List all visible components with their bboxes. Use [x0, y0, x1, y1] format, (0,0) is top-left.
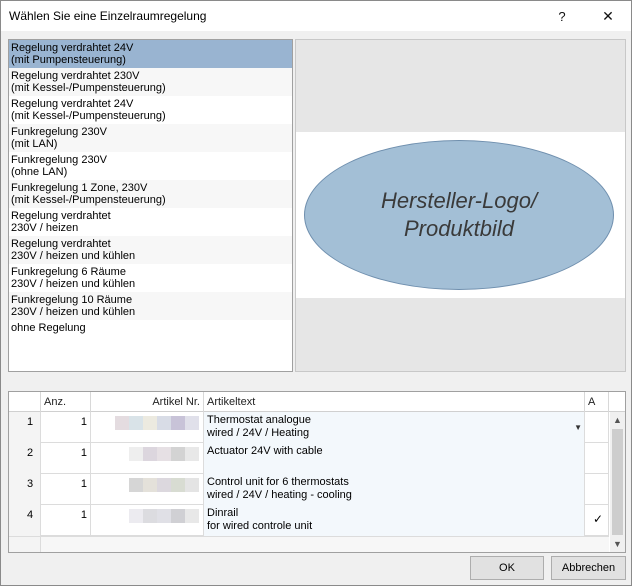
a-flag-cell[interactable]: ✓: [585, 505, 609, 536]
article-text-line1: Actuator 24V with cable: [207, 445, 323, 457]
list-item-subtitle: 230V / heizen und kühlen: [11, 306, 136, 318]
logo-placeholder: Hersteller-Logo/ Produktbild: [304, 140, 614, 290]
redacted-article-number: [129, 478, 199, 492]
list-item[interactable]: ohne Regelung: [9, 320, 292, 348]
dialog-window: Wählen Sie eine Einzelraumregelung ? ✕ R…: [0, 0, 632, 586]
cancel-button[interactable]: Abbrechen: [551, 556, 626, 580]
regulation-list[interactable]: Regelung verdrahtet 24V (mit Pumpensteuer…: [8, 39, 293, 372]
header-artikel-nr[interactable]: Artikel Nr.: [91, 392, 204, 412]
list-item-title: Funkregelung 6 Räume: [11, 266, 126, 278]
list-item[interactable]: Regelung verdrahtet 230V (mit Kessel-/Pum…: [9, 68, 292, 96]
table-row[interactable]: 3 1 Control unit for 6 thermostats wired / …: [9, 474, 609, 505]
grid-header: Anz. Artikel Nr. Artikeltext A: [9, 392, 625, 412]
article-number-cell[interactable]: [91, 474, 204, 505]
grid-scrollbar[interactable]: ▲ ▼: [610, 412, 625, 552]
grid-new-row[interactable]: [9, 536, 609, 552]
article-text-line2: wired / 24V / Heating: [207, 427, 310, 439]
list-item-title: ohne Regelung: [11, 322, 86, 334]
list-item-subtitle: (mit LAN): [11, 138, 58, 150]
article-text-line1: Thermostat analogue: [207, 414, 311, 426]
title-bar: Wählen Sie eine Einzelraumregelung ? ✕: [1, 1, 631, 31]
list-item-subtitle: (mit Pumpensteuerung): [11, 54, 126, 66]
article-text-line2: for wired controle unit: [207, 520, 313, 532]
list-item-title: Regelung verdrahtet 24V: [11, 98, 134, 110]
logo-placeholder-text: Hersteller-Logo/ Produktbild: [380, 188, 538, 241]
article-text-cell[interactable]: Actuator 24V with cable: [204, 443, 585, 474]
list-item-title: Funkregelung 1 Zone, 230V: [11, 182, 148, 194]
quantity-cell[interactable]: 1: [41, 505, 91, 536]
list-item-subtitle: (ohne LAN): [11, 166, 68, 178]
a-flag-cell[interactable]: [585, 412, 609, 443]
list-item-subtitle: (mit Kessel-/Pumpensteuerung): [11, 194, 166, 206]
list-item[interactable]: Funkregelung 230V (mit LAN): [9, 124, 292, 152]
table-row[interactable]: 2 1 Actuator 24V with cable: [9, 443, 609, 474]
list-item-subtitle: 230V / heizen: [11, 222, 79, 234]
list-item-title: Funkregelung 230V: [11, 154, 108, 166]
new-row-index: [9, 537, 41, 552]
list-item[interactable]: Regelung verdrahtet 230V / heizen und küh…: [9, 236, 292, 264]
header-artikeltext[interactable]: Artikeltext: [204, 392, 585, 412]
list-item-title: Regelung verdrahtet 230V: [11, 70, 140, 82]
article-text-line2: wired / 24V / heating - cooling: [207, 489, 352, 501]
quantity-cell[interactable]: 1: [41, 443, 91, 474]
scroll-up-icon[interactable]: ▲: [610, 412, 625, 428]
list-item-subtitle: 230V / heizen und kühlen: [11, 250, 136, 262]
row-index: 3: [9, 474, 41, 505]
redacted-article-number: [115, 416, 199, 430]
redacted-article-number: [129, 509, 199, 523]
article-text-cell[interactable]: Dinrail for wired controle unit: [204, 505, 585, 536]
dialog-title: Wählen Sie eine Einzelraumregelung: [9, 9, 207, 23]
list-item-subtitle: (mit Kessel-/Pumpensteuerung): [11, 110, 166, 122]
list-item-title: Regelung verdrahtet 24V: [11, 42, 134, 54]
list-item[interactable]: Funkregelung 230V (ohne LAN): [9, 152, 292, 180]
header-index: [9, 392, 41, 412]
article-text-cell[interactable]: Thermostat analogue wired / 24V / Heating…: [204, 412, 585, 443]
redacted-article-number: [129, 447, 199, 461]
close-button[interactable]: ✕: [585, 1, 631, 31]
quantity-cell[interactable]: 1: [41, 412, 91, 443]
list-item[interactable]: Funkregelung 1 Zone, 230V (mit Kessel-/Pu…: [9, 180, 292, 208]
list-item[interactable]: Regelung verdrahtet 24V (mit Pumpensteuer…: [9, 40, 292, 68]
article-number-cell[interactable]: [91, 412, 204, 443]
article-text-line1: Dinrail: [207, 507, 239, 519]
header-a[interactable]: A: [585, 392, 609, 412]
product-image-panel: Hersteller-Logo/ Produktbild: [295, 39, 626, 372]
product-image-area: Hersteller-Logo/ Produktbild: [296, 132, 625, 298]
list-item-title: Regelung verdrahtet: [11, 238, 111, 250]
article-number-cell[interactable]: [91, 443, 204, 474]
article-text-line1: Control unit for 6 thermostats: [207, 476, 349, 488]
list-item[interactable]: Regelung verdrahtet 230V / heizen: [9, 208, 292, 236]
scroll-down-icon[interactable]: ▼: [610, 536, 625, 552]
row-index: 1: [9, 412, 41, 443]
row-index: 4: [9, 505, 41, 536]
article-number-cell[interactable]: [91, 505, 204, 536]
list-item[interactable]: Regelung verdrahtet 24V (mit Kessel-/Pump…: [9, 96, 292, 124]
quantity-cell[interactable]: 1: [41, 474, 91, 505]
list-item-subtitle: 230V / heizen und kühlen: [11, 278, 136, 290]
list-item-title: Funkregelung 230V: [11, 126, 108, 138]
list-item-subtitle: (mit Kessel-/Pumpensteuerung): [11, 82, 166, 94]
table-row[interactable]: 1 1 Thermostat analogue wired / 24V / Heati…: [9, 412, 609, 443]
list-item[interactable]: Funkregelung 10 Räume 230V / heizen und k…: [9, 292, 292, 320]
list-item-title: Regelung verdrahtet: [11, 210, 111, 222]
article-text-cell[interactable]: Control unit for 6 thermostats wired / 24…: [204, 474, 585, 505]
ok-button[interactable]: OK: [470, 556, 544, 580]
help-button[interactable]: ?: [539, 1, 585, 31]
scroll-thumb[interactable]: [612, 429, 623, 535]
list-item-title: Funkregelung 10 Räume: [11, 294, 133, 306]
header-anz[interactable]: Anz.: [41, 392, 91, 412]
dropdown-arrow-icon[interactable]: ▼: [574, 421, 582, 434]
a-flag-cell[interactable]: [585, 474, 609, 505]
list-item[interactable]: Funkregelung 6 Räume 230V / heizen und kü…: [9, 264, 292, 292]
article-grid[interactable]: Anz. Artikel Nr. Artikeltext A 1 1 Thermos…: [8, 391, 626, 553]
a-flag-cell[interactable]: [585, 443, 609, 474]
checkmark-icon: ✓: [593, 512, 604, 526]
table-row[interactable]: 4 1 Dinrail for wired controle unit ✓: [9, 505, 609, 536]
close-icon: ✕: [602, 7, 614, 24]
row-index: 2: [9, 443, 41, 474]
